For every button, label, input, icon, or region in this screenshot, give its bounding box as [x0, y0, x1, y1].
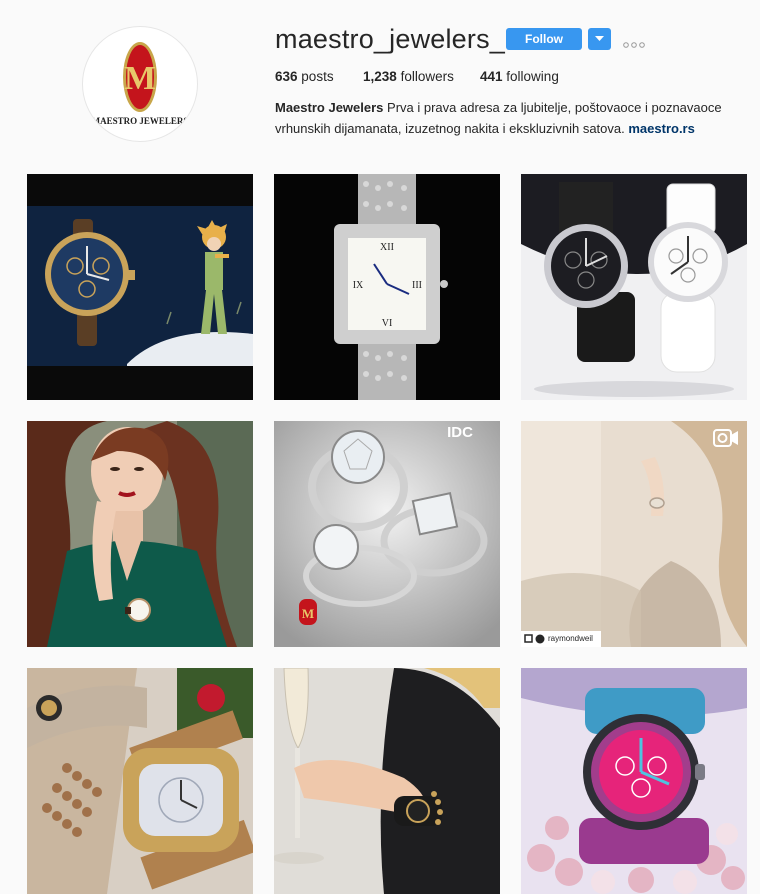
svg-text:XII: XII: [380, 242, 394, 253]
posts-label: posts: [301, 69, 334, 84]
post-tile-4[interactable]: [27, 421, 253, 647]
ellipsis-icon: [623, 42, 645, 48]
post-tile-9[interactable]: [521, 668, 747, 894]
post-image: [274, 668, 500, 894]
post-image: XII VI IX III: [274, 174, 500, 400]
profile-avatar[interactable]: M MAESTRO JEWELERS: [82, 26, 198, 142]
post-image: [27, 174, 253, 400]
post-tile-6[interactable]: raymondweil: [521, 421, 747, 647]
post-tile-5[interactable]: IDC M: [274, 421, 500, 647]
post-image: [521, 668, 747, 894]
followers-stat[interactable]: 1,238 followers: [363, 69, 454, 84]
svg-text:VI: VI: [382, 318, 393, 329]
website-link[interactable]: maestro.rs: [628, 121, 694, 136]
following-label: following: [506, 69, 559, 84]
profile-bio: Maestro Jewelers Prva i prava adresa za …: [275, 97, 735, 139]
maestro-logo-icon: M MAESTRO JEWELERS: [92, 42, 189, 126]
svg-text:M: M: [124, 60, 156, 97]
following-count: 441: [480, 69, 503, 84]
follow-button[interactable]: Follow: [506, 28, 582, 50]
followers-label: followers: [400, 69, 454, 84]
post-image: [521, 421, 747, 647]
more-options-button[interactable]: [623, 35, 647, 53]
svg-text:M: M: [302, 606, 314, 621]
post-tile-8[interactable]: [274, 668, 500, 894]
repost-attribution: raymondweil: [521, 631, 601, 647]
overlay-idc-text: IDC: [447, 424, 473, 441]
followers-count: 1,238: [363, 69, 397, 84]
svg-text:IX: IX: [353, 280, 364, 291]
svg-text:MAESTRO JEWELERS: MAESTRO JEWELERS: [92, 116, 189, 126]
following-stat[interactable]: 441 following: [480, 69, 559, 84]
post-image: IDC M: [274, 421, 500, 647]
video-camera-icon: [713, 429, 739, 447]
profile-username: maestro_jewelers_: [275, 24, 505, 54]
post-tile-7[interactable]: [27, 668, 253, 894]
profile-full-name: Maestro Jewelers: [275, 100, 384, 115]
posts-stat: 636 posts: [275, 69, 334, 84]
post-tile-3[interactable]: [521, 174, 747, 400]
repost-username: raymondweil: [548, 634, 593, 643]
post-tile-1[interactable]: [27, 174, 253, 400]
repost-icon: [524, 634, 545, 644]
posts-count: 636: [275, 69, 298, 84]
chevron-down-icon: [595, 36, 604, 41]
post-image: [521, 174, 747, 400]
suggested-dropdown-button[interactable]: [588, 28, 611, 50]
post-tile-2[interactable]: XII VI IX III: [274, 174, 500, 400]
post-image: [27, 668, 253, 894]
post-image: [27, 421, 253, 647]
svg-text:III: III: [412, 280, 422, 291]
profile-header: M MAESTRO JEWELERS maestro_jewelers_ Fol…: [0, 0, 760, 160]
